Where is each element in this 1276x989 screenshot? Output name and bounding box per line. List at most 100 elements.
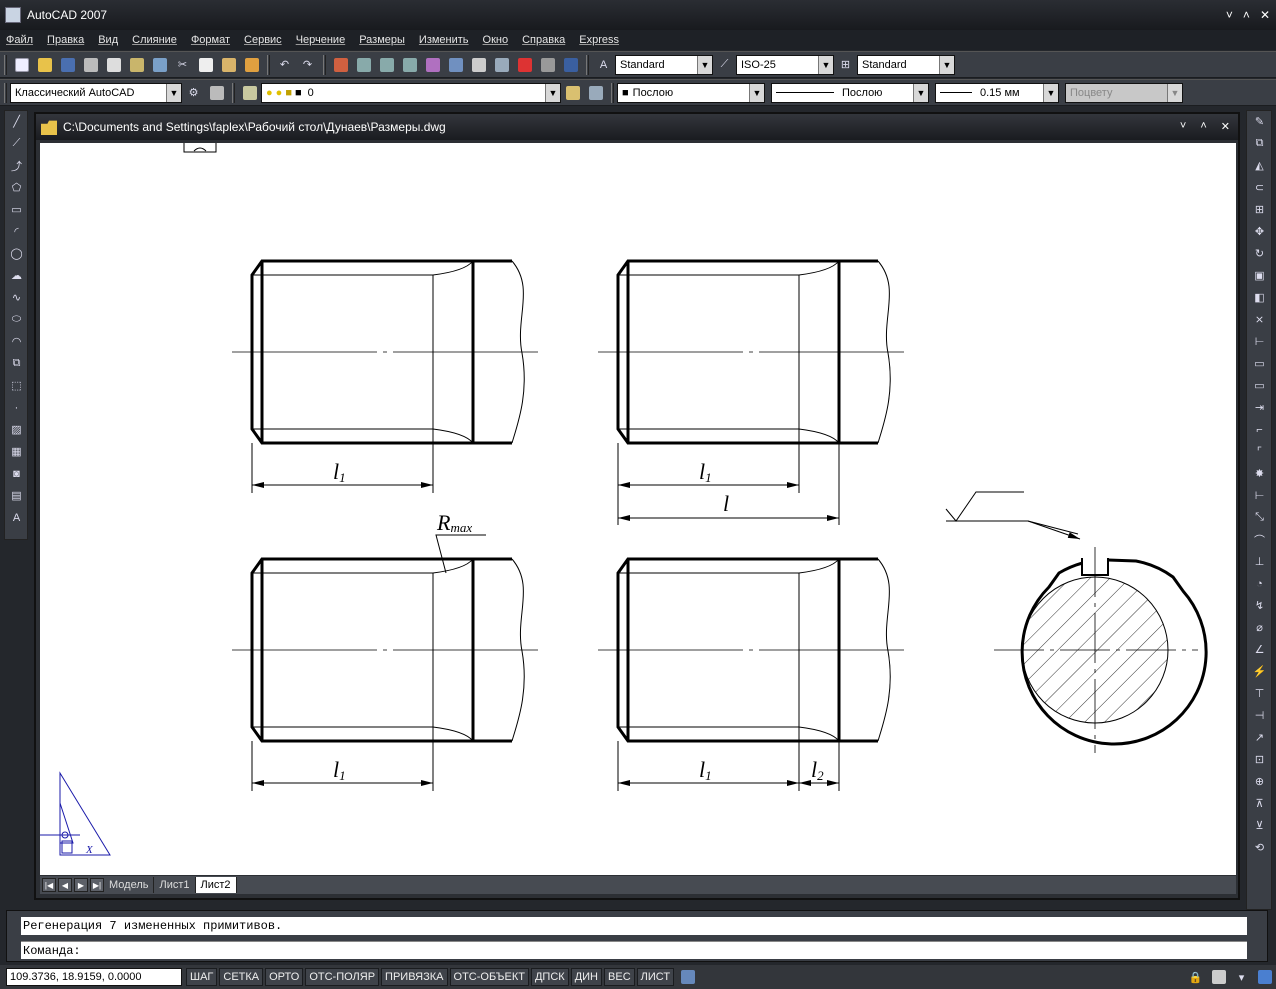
shaft-view-4[interactable]: l1 l2: [598, 557, 904, 791]
dim-label-l1[interactable]: l1: [699, 757, 712, 783]
ordinate-dimension-icon[interactable]: ⊥: [1249, 551, 1270, 572]
workspace-select[interactable]: Классический AutoCAD ▼: [10, 82, 182, 103]
publish-icon[interactable]: [126, 54, 147, 75]
properties-icon[interactable]: [422, 54, 443, 75]
scale-icon[interactable]: ▣: [1249, 265, 1270, 286]
construction-line-icon[interactable]: ⟋: [6, 133, 27, 154]
shaft-view-1[interactable]: l1: [232, 259, 538, 493]
aligned-dimension-icon[interactable]: ⤡: [1249, 507, 1270, 528]
copy-icon[interactable]: [195, 54, 216, 75]
quick-dimension-icon[interactable]: ⚡: [1249, 661, 1270, 682]
dimension-update-icon[interactable]: ⟲: [1249, 837, 1270, 858]
prev-tab-button[interactable]: ◀: [58, 878, 72, 892]
dyn-toggle[interactable]: ДИН: [570, 968, 603, 986]
shaft-cross-section[interactable]: [994, 547, 1213, 753]
lock-icon[interactable]: ■: [285, 87, 292, 99]
lwt-toggle[interactable]: ВЕС: [604, 968, 635, 986]
menu-file[interactable]: Файл: [6, 34, 33, 46]
tab-layout1[interactable]: Лист1: [154, 877, 196, 893]
dim-style-icon[interactable]: ⟋: [714, 54, 735, 75]
toolbar-grip[interactable]: [586, 54, 589, 75]
text-style-select[interactable]: Standard ▼: [615, 54, 713, 75]
spline-icon[interactable]: ∿: [6, 287, 27, 308]
toolbar-grip[interactable]: [232, 82, 235, 103]
help-icon[interactable]: [560, 54, 581, 75]
gradient-icon[interactable]: ▦: [6, 441, 27, 462]
fillet-icon[interactable]: ⌜: [1249, 441, 1270, 462]
open-icon[interactable]: [34, 54, 55, 75]
snap-toggle[interactable]: ШАГ: [186, 968, 218, 986]
layer-select[interactable]: ● ● ■ ■ 0 ▼: [261, 82, 561, 103]
zoom-previous-icon[interactable]: [399, 54, 420, 75]
cut-icon[interactable]: ✂: [172, 54, 193, 75]
roughness-symbol[interactable]: [945, 491, 1081, 540]
chevron-down-icon[interactable]: ▼: [749, 83, 764, 102]
toolbar-grip[interactable]: [4, 82, 7, 103]
minimize-button[interactable]: ˅: [1226, 8, 1233, 22]
tab-layout2[interactable]: Лист2: [195, 877, 237, 893]
rotate-icon[interactable]: ↻: [1249, 243, 1270, 264]
lineweight-select[interactable]: 0.15 мм ▼: [935, 82, 1059, 103]
zoom-window-icon[interactable]: [376, 54, 397, 75]
radius-leader[interactable]: [435, 534, 486, 574]
pan-icon[interactable]: [330, 54, 351, 75]
menu-dimension[interactable]: Размеры: [359, 34, 405, 46]
extend-icon[interactable]: ⊢: [1249, 331, 1270, 352]
explode-icon[interactable]: ✸: [1249, 463, 1270, 484]
stretch-icon[interactable]: ◧: [1249, 287, 1270, 308]
clean-screen-icon[interactable]: [1254, 967, 1275, 988]
quick-leader-icon[interactable]: ↗: [1249, 727, 1270, 748]
ducs-toggle[interactable]: ДПСК: [530, 968, 569, 986]
continue-dimension-icon[interactable]: ⊣: [1249, 705, 1270, 726]
menu-express[interactable]: Express: [579, 34, 619, 46]
tray-settings-icon[interactable]: ▾: [1231, 967, 1252, 988]
menu-draw[interactable]: Черчение: [296, 34, 346, 46]
chamfer-icon[interactable]: ⌐: [1249, 419, 1270, 440]
polyline-icon[interactable]: ⤴: [6, 155, 27, 176]
layer-previous-icon[interactable]: [585, 82, 606, 103]
tool-palettes-icon[interactable]: [468, 54, 489, 75]
arc-icon[interactable]: ◜: [6, 221, 27, 242]
chevron-down-icon[interactable]: ▼: [939, 55, 954, 74]
dim-style-select[interactable]: ISO-25 ▼: [736, 54, 834, 75]
drawing-svg[interactable]: l1 l1 l l1 Rmax l1 l2 X: [40, 143, 1236, 875]
make-block-icon[interactable]: ⬚: [6, 375, 27, 396]
line-icon[interactable]: ╱: [6, 111, 27, 132]
offset-icon[interactable]: ⊂: [1249, 177, 1270, 198]
insert-block-icon[interactable]: ⧉: [6, 353, 27, 374]
drawing-canvas[interactable]: l1 l1 l l1 Rmax l1 l2 X: [40, 143, 1236, 875]
lightbulb-icon[interactable]: ●: [266, 87, 273, 99]
dim-label-l1[interactable]: l1: [333, 459, 346, 485]
menu-view[interactable]: Вид: [98, 34, 118, 46]
workspace-settings-icon[interactable]: ⚙: [183, 82, 204, 103]
toolbar-grip[interactable]: [611, 82, 614, 103]
first-tab-button[interactable]: |◀: [42, 878, 56, 892]
menu-window[interactable]: Окно: [483, 34, 509, 46]
angular-dimension-icon[interactable]: ∠: [1249, 639, 1270, 660]
etransmit-icon[interactable]: [149, 54, 170, 75]
menu-format[interactable]: Формат: [191, 34, 230, 46]
baseline-dimension-icon[interactable]: ⊤: [1249, 683, 1270, 704]
dim-label-l1[interactable]: l1: [333, 757, 346, 783]
my-workspace-icon[interactable]: [206, 82, 227, 103]
chevron-down-icon[interactable]: ▼: [545, 83, 560, 102]
osnap-toggle[interactable]: ПРИВЯЗКА: [381, 968, 448, 986]
lock-icon[interactable]: 🔒: [1185, 967, 1206, 988]
jogged-dimension-icon[interactable]: ↯: [1249, 595, 1270, 616]
undo-icon[interactable]: ↶: [274, 54, 295, 75]
last-tab-button[interactable]: ▶|: [90, 878, 104, 892]
dimension-text-edit-icon[interactable]: ⊻: [1249, 815, 1270, 836]
center-mark-icon[interactable]: ⊕: [1249, 771, 1270, 792]
menu-edit[interactable]: Правка: [47, 34, 84, 46]
chevron-down-icon[interactable]: ▼: [166, 83, 181, 102]
dimension-edit-icon[interactable]: ⊼: [1249, 793, 1270, 814]
communication-center-icon[interactable]: [1208, 967, 1229, 988]
zoom-realtime-icon[interactable]: [353, 54, 374, 75]
linear-dimension-icon[interactable]: ⊢: [1249, 485, 1270, 506]
polygon-icon[interactable]: ⬠: [6, 177, 27, 198]
ortho-toggle[interactable]: ОРТО: [265, 968, 304, 986]
array-icon[interactable]: ⊞: [1249, 199, 1270, 220]
point-icon[interactable]: ·: [6, 397, 27, 418]
redo-icon[interactable]: ↷: [297, 54, 318, 75]
move-icon[interactable]: ✥: [1249, 221, 1270, 242]
